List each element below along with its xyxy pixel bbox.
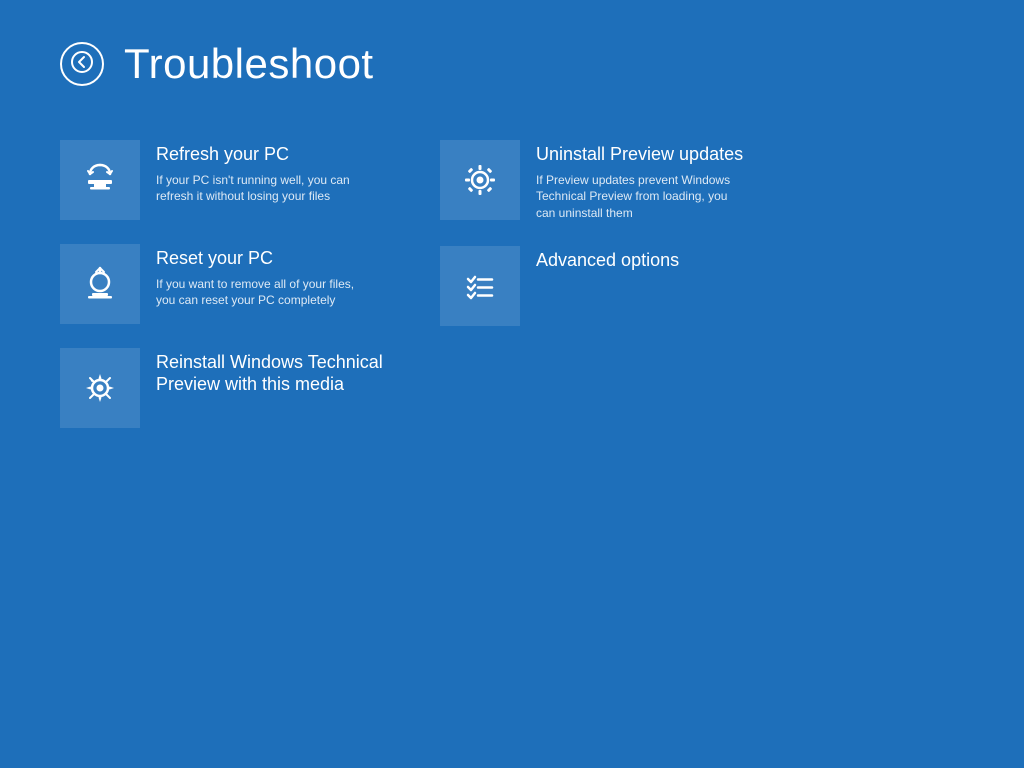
refresh-title: Refresh your PC: [156, 144, 356, 166]
uninstall-desc: If Preview updates prevent Windows Techn…: [536, 172, 736, 222]
refresh-desc: If your PC isn't running well, you can r…: [156, 172, 356, 206]
advanced-text: Advanced options: [536, 246, 679, 278]
refresh-text: Refresh your PC If your PC isn't running…: [156, 140, 356, 205]
advanced-icon-box: [440, 246, 520, 326]
right-column: Uninstall Preview updates If Preview upd…: [440, 128, 820, 440]
option-reinstall[interactable]: Reinstall Windows Technical Preview with…: [60, 336, 440, 440]
reset-icon-box: [60, 244, 140, 324]
uninstall-icon-box: [440, 140, 520, 220]
reset-title: Reset your PC: [156, 248, 356, 270]
option-reset[interactable]: Reset your PC If you want to remove all …: [60, 232, 440, 336]
checklist-icon: [460, 266, 500, 306]
option-advanced[interactable]: Advanced options: [440, 234, 820, 338]
reinstall-gear-icon: [80, 368, 120, 408]
options-grid: Refresh your PC If your PC isn't running…: [60, 128, 820, 440]
option-uninstall[interactable]: Uninstall Preview updates If Preview upd…: [440, 128, 820, 234]
uninstall-title: Uninstall Preview updates: [536, 144, 743, 166]
reinstall-text: Reinstall Windows Technical Preview with…: [156, 348, 420, 401]
reset-text: Reset your PC If you want to remove all …: [156, 244, 356, 309]
page-title: Troubleshoot: [124, 40, 374, 88]
advanced-title: Advanced options: [536, 250, 679, 272]
header: Troubleshoot: [60, 40, 964, 88]
troubleshoot-page: Troubleshoot: [0, 0, 1024, 768]
reinstall-icon-box: [60, 348, 140, 428]
left-column: Refresh your PC If your PC isn't running…: [60, 128, 440, 440]
uninstall-gear-icon: [460, 160, 500, 200]
back-button[interactable]: [60, 42, 104, 86]
uninstall-text: Uninstall Preview updates If Preview upd…: [536, 140, 743, 222]
back-arrow-icon: [71, 51, 93, 77]
option-refresh[interactable]: Refresh your PC If your PC isn't running…: [60, 128, 440, 232]
reset-desc: If you want to remove all of your files,…: [156, 276, 356, 310]
reset-icon: [80, 264, 120, 304]
refresh-icon: [80, 160, 120, 200]
reinstall-title: Reinstall Windows Technical Preview with…: [156, 352, 420, 395]
refresh-icon-box: [60, 140, 140, 220]
